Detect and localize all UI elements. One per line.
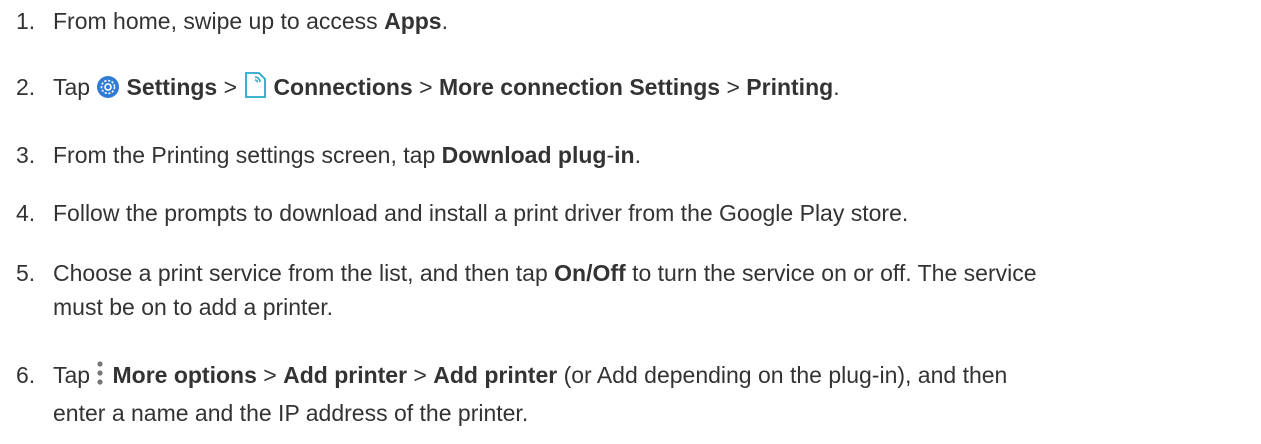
step-number: 6. bbox=[16, 362, 36, 388]
connections-icon bbox=[243, 71, 267, 108]
step-text: From home, swipe up to access Apps. bbox=[53, 8, 448, 34]
step-text: Tap Settings > Connections > More connec… bbox=[53, 70, 1241, 108]
step-1: 1. From home, swipe up to access Apps. bbox=[16, 4, 1241, 38]
step-5: 5. Choose a print service from the list,… bbox=[16, 256, 1241, 324]
step-text: Tap More options > Add printer > Add pri… bbox=[53, 358, 1241, 430]
step-number: 5. bbox=[16, 260, 36, 286]
step-2: 2. Tap Settings > Connections > More con… bbox=[16, 70, 1241, 108]
step-text: Follow the prompts to download and insta… bbox=[53, 200, 909, 226]
step-number: 1. bbox=[16, 8, 36, 34]
step-text: From the Printing settings screen, tap D… bbox=[53, 142, 641, 168]
more-options-icon bbox=[96, 359, 104, 396]
step-number: 2. bbox=[16, 74, 36, 100]
settings-gear-icon bbox=[96, 74, 120, 108]
step-number: 3. bbox=[16, 142, 36, 168]
step-3: 3. From the Printing settings screen, ta… bbox=[16, 138, 1241, 172]
step-6: 6. Tap More options > Add printer > Add … bbox=[16, 358, 1241, 430]
instruction-list: 1. From home, swipe up to access Apps. 2… bbox=[0, 0, 1261, 444]
step-number: 4. bbox=[16, 200, 36, 226]
step-text: Choose a print service from the list, an… bbox=[53, 260, 1037, 320]
step-4: 4. Follow the prompts to download and in… bbox=[16, 196, 1241, 230]
